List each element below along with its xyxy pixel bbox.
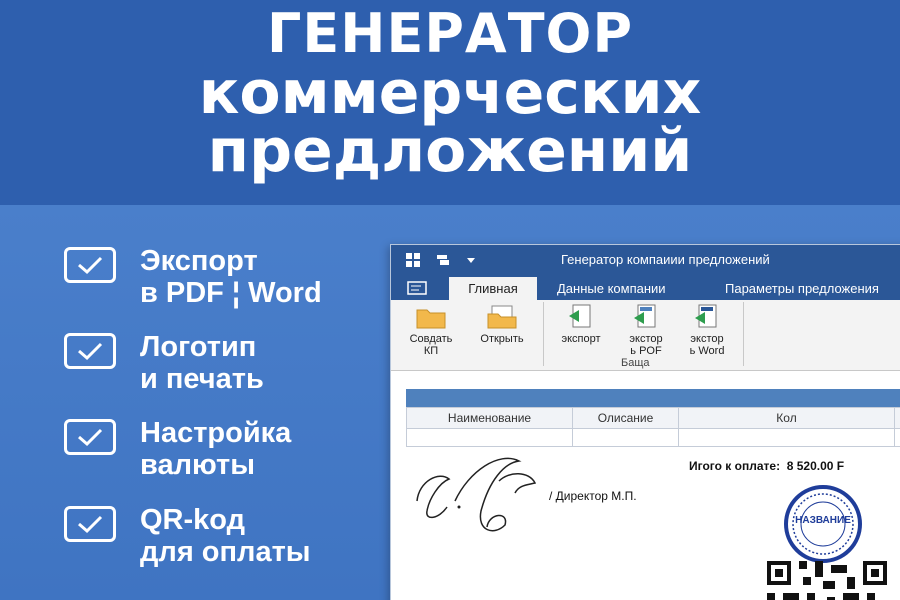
hero-banner: ГЕНЕРАТОР коммерческих предложений	[0, 0, 900, 205]
export-pdf-button[interactable]: экстор ь POF	[617, 304, 675, 357]
stamp-text: НАЗВАНИЕ	[795, 515, 851, 526]
open-folder-icon	[487, 305, 517, 329]
ribbon-group-label: Баща	[621, 357, 650, 369]
app-window: Генератор компаиии предложений Гливная Д…	[390, 244, 900, 600]
feature-label: QR-kод для оплаты	[140, 504, 311, 568]
ribbon-toolbar: СовдатьКП Открыть экспорт эксторь POF	[391, 300, 900, 371]
total-due: Игого к оплате: 8 520.00 F	[689, 459, 844, 473]
quick-access-icon[interactable]	[435, 252, 451, 268]
window-title: Генератор компаиии предложений	[561, 252, 770, 267]
column-header: Олисание	[572, 407, 679, 429]
tab-company-data[interactable]: Данные компании	[549, 277, 674, 300]
hero-title-line3: предложений	[207, 116, 693, 186]
tab-home[interactable]: Гливная	[449, 277, 537, 300]
export-button[interactable]: экспорт	[551, 304, 611, 345]
chevron-down-icon[interactable]	[463, 252, 479, 268]
total-value: 8 520.00 F	[786, 459, 845, 473]
signature-image	[416, 457, 537, 532]
feature-qr: QR-kод для оплаты	[64, 504, 384, 574]
ribbon-separator	[743, 302, 744, 366]
checkbox-icon	[64, 506, 116, 542]
table-cell[interactable]	[894, 428, 900, 447]
table-header-bar	[406, 389, 900, 407]
checkbox-icon	[64, 419, 116, 455]
export-word-button[interactable]: экстор ь Word	[677, 304, 737, 357]
export-word-icon	[695, 304, 717, 328]
file-menu-icon[interactable]	[407, 281, 427, 295]
feature-export: Экспорт в PDF ¦ Word	[64, 245, 384, 315]
window-titlebar: Генератор компаиии предложений	[391, 245, 900, 275]
column-header: Кол	[678, 407, 895, 429]
total-label: Игого к оплате:	[689, 459, 781, 473]
table-cell[interactable]	[572, 428, 679, 447]
column-header	[894, 407, 900, 429]
checkbox-icon	[64, 247, 116, 283]
hero-title-line1: ГЕНЕРАТОР	[266, 2, 634, 65]
document-area: Наименование Олисание Кол Игого к оплате…	[391, 371, 900, 600]
feature-label: Логотип и печать	[140, 331, 264, 395]
table-cell[interactable]	[678, 428, 895, 447]
column-header: Наименование	[406, 407, 573, 429]
checkbox-icon	[64, 333, 116, 369]
feature-label: Экспорт в PDF ¦ Word	[140, 245, 322, 309]
folder-icon	[416, 309, 446, 329]
open-button[interactable]: Открыть	[467, 304, 537, 345]
qr-code	[767, 561, 887, 600]
feature-label: Настройка валюты	[140, 417, 292, 481]
export-pdf-icon	[634, 304, 656, 328]
export-icon	[569, 304, 591, 328]
tab-offer-params[interactable]: Параметры предложения	[717, 277, 887, 300]
feature-logo: Логотип и печать	[64, 331, 384, 401]
director-caption: / Директор М.П.	[549, 489, 637, 503]
app-grid-icon	[406, 253, 420, 267]
feature-currency: Настройка валюты	[64, 417, 384, 487]
ribbon-tabs: Гливная Данные компании Параметры предло…	[391, 275, 900, 300]
create-offer-button[interactable]: Совдать КП	[399, 304, 463, 357]
ribbon-separator	[543, 302, 544, 366]
